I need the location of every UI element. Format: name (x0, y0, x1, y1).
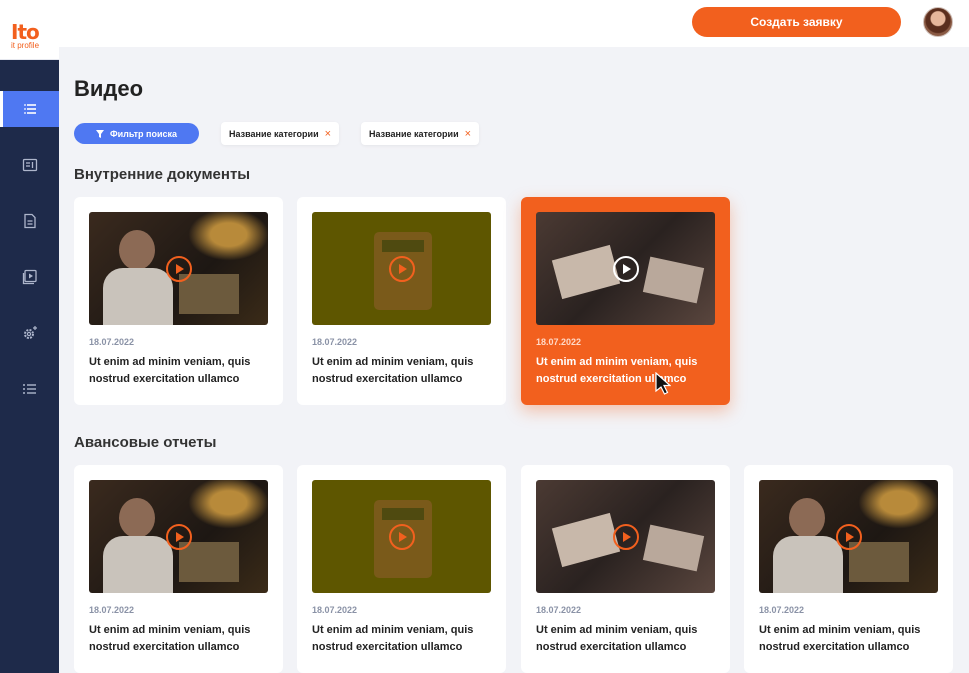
video-thumbnail[interactable] (312, 480, 491, 593)
logo-text: it profile (11, 41, 40, 50)
mouse-cursor-icon (655, 372, 671, 395)
filter-icon (95, 129, 104, 138)
video-thumbnail[interactable] (759, 480, 938, 593)
video-card[interactable]: 18.07.2022 Ut enim ad minim veniam, quis… (521, 465, 730, 673)
logo-mark: Ito (11, 20, 40, 44)
play-icon[interactable] (389, 256, 415, 282)
page-title: Видео (74, 76, 144, 101)
list-icon (22, 384, 36, 394)
search-filter-label: Фильтр поиска (109, 128, 178, 139)
category-chip[interactable]: Название категории × (361, 122, 480, 145)
video-thumbnail[interactable] (312, 212, 491, 325)
video-card[interactable]: 18.07.2022 Ut enim ad minim veniam, quis… (521, 197, 730, 405)
chip-label: Название категории (229, 128, 319, 139)
video-date: 18.07.2022 (536, 605, 582, 615)
sidebar-item-list[interactable] (0, 371, 59, 407)
play-icon[interactable] (166, 524, 192, 550)
video-card[interactable]: 18.07.2022 Ut enim ad minim veniam, quis… (74, 465, 283, 673)
create-request-button[interactable]: Создать заявку (692, 7, 901, 37)
sidebar-item-documents[interactable] (0, 203, 59, 239)
video-card[interactable]: 18.07.2022 Ut enim ad minim veniam, quis… (74, 197, 283, 405)
video-title[interactable]: Ut enim ad minim veniam, quis nostrud ex… (312, 622, 494, 656)
video-title[interactable]: Ut enim ad minim veniam, quis nostrud ex… (759, 622, 941, 656)
video-date: 18.07.2022 (312, 337, 358, 347)
video-date: 18.07.2022 (312, 605, 358, 615)
sidebar-item-menu[interactable] (0, 91, 59, 127)
video-date: 18.07.2022 (536, 337, 582, 347)
section-title: Внутренние документы (74, 166, 251, 183)
close-icon[interactable]: × (465, 128, 471, 140)
category-chip[interactable]: Название категории × (221, 122, 340, 145)
video-date: 18.07.2022 (89, 605, 135, 615)
logo[interactable]: Ito it profile (0, 0, 59, 60)
video-thumbnail[interactable] (536, 480, 715, 593)
video-date: 18.07.2022 (759, 605, 805, 615)
menu-icon (24, 104, 36, 114)
search-filter-button[interactable]: Фильтр поиска (74, 123, 199, 144)
play-icon[interactable] (613, 524, 639, 550)
section-title: Авансовые отчеты (74, 434, 217, 451)
video-title[interactable]: Ut enim ad minim veniam, quis nostrud ex… (312, 354, 494, 388)
id-card-icon (22, 158, 37, 172)
close-icon[interactable]: × (325, 128, 331, 140)
video-icon (22, 269, 37, 285)
video-thumbnail[interactable] (536, 212, 715, 325)
video-thumbnail[interactable] (89, 480, 268, 593)
play-icon[interactable] (613, 256, 639, 282)
video-date: 18.07.2022 (89, 337, 135, 347)
document-icon (23, 213, 36, 229)
play-icon[interactable] (389, 524, 415, 550)
top-header: Создать заявку (59, 0, 969, 47)
video-title[interactable]: Ut enim ad minim veniam, quis nostrud ex… (89, 622, 271, 656)
video-card[interactable]: 18.07.2022 Ut enim ad minim veniam, quis… (297, 197, 506, 405)
sidebar-item-settings[interactable] (0, 315, 59, 351)
video-card[interactable]: 18.07.2022 Ut enim ad minim veniam, quis… (297, 465, 506, 673)
chip-label: Название категории (369, 128, 459, 139)
video-title[interactable]: Ut enim ad minim veniam, quis nostrud ex… (89, 354, 271, 388)
video-title[interactable]: Ut enim ad minim veniam, quis nostrud ex… (536, 354, 718, 388)
sidebar: Ito it profile (0, 0, 59, 673)
sidebar-item-video[interactable] (0, 259, 59, 295)
sidebar-item-cards[interactable] (0, 147, 59, 183)
video-card[interactable]: 18.07.2022 Ut enim ad minim veniam, quis… (744, 465, 953, 673)
gear-icon (23, 326, 37, 339)
video-title[interactable]: Ut enim ad minim veniam, quis nostrud ex… (536, 622, 718, 656)
video-thumbnail[interactable] (89, 212, 268, 325)
play-icon[interactable] (836, 524, 862, 550)
avatar[interactable] (923, 7, 953, 37)
play-icon[interactable] (166, 256, 192, 282)
